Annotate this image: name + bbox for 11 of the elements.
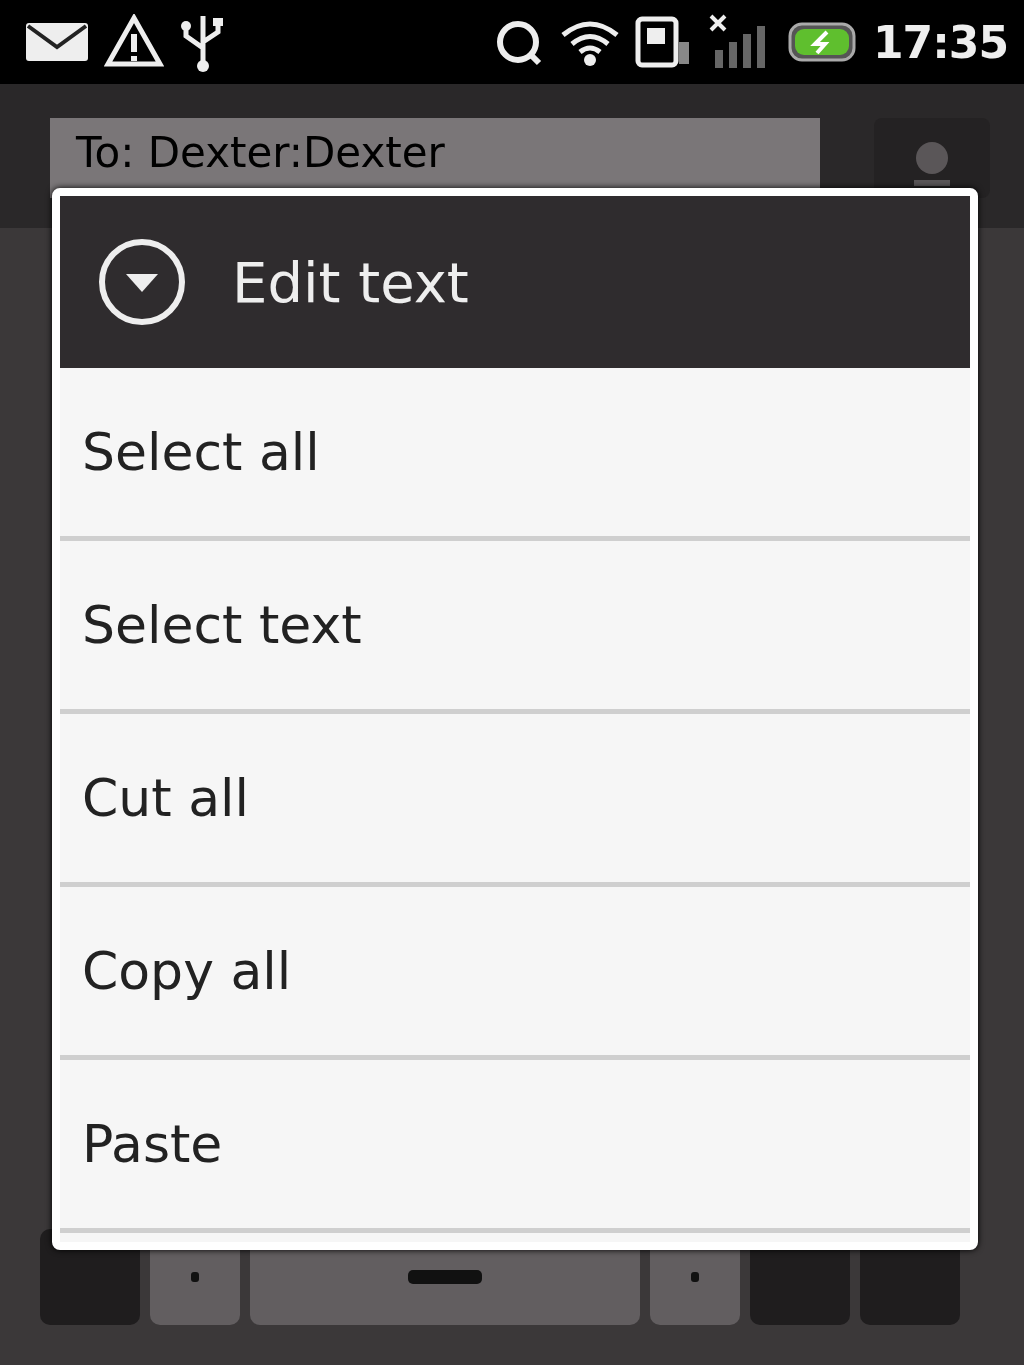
clock-time: 17:35 bbox=[872, 16, 1008, 68]
dropdown-circle-icon bbox=[96, 236, 188, 328]
menu-item[interactable]: Select all bbox=[60, 368, 970, 541]
menu-item[interactable]: Copy all bbox=[60, 887, 970, 1060]
battery-icon bbox=[786, 20, 859, 64]
menu-item[interactable]: Cut all bbox=[60, 714, 970, 887]
menu-item[interactable]: Paste bbox=[60, 1060, 970, 1233]
dialog-title: Edit text bbox=[232, 249, 469, 315]
warning-icon bbox=[104, 14, 164, 70]
mail-icon bbox=[24, 21, 90, 63]
menu-item[interactable]: Select text bbox=[60, 541, 970, 714]
